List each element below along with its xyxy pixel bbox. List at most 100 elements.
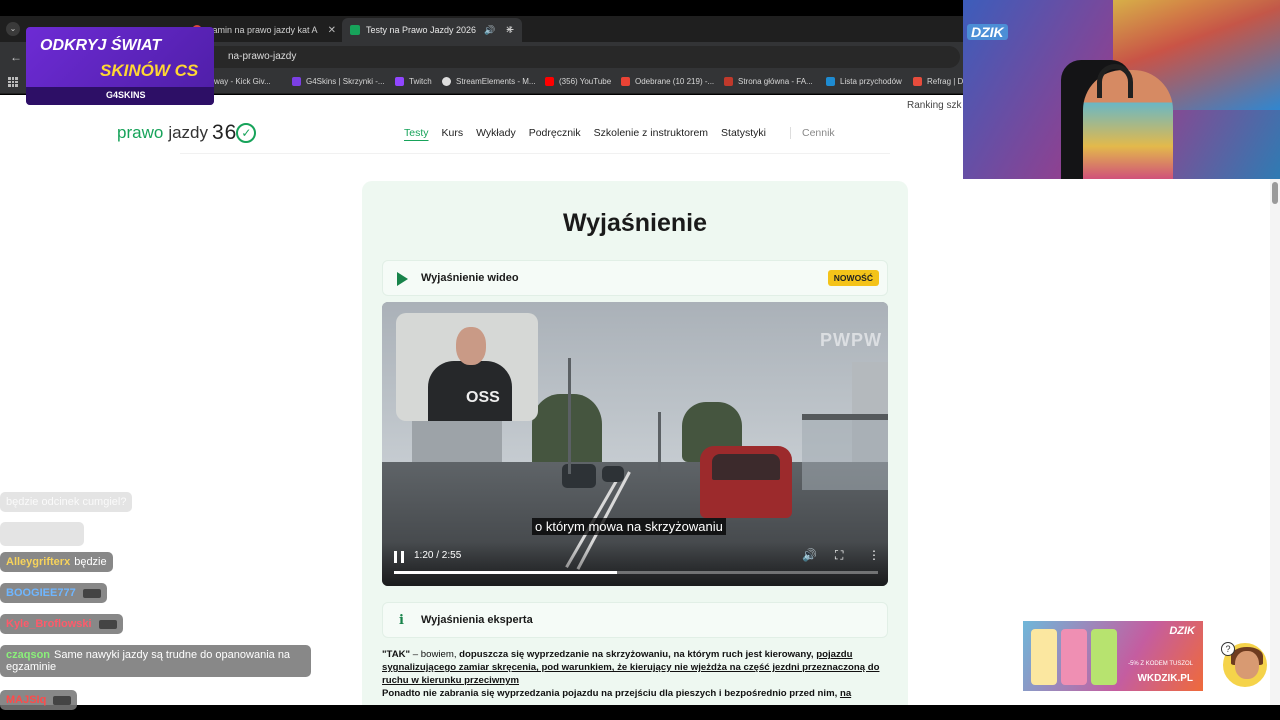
video-tree xyxy=(532,394,602,470)
presenter-logo: OSS xyxy=(466,389,500,406)
apps-grid-icon[interactable] xyxy=(8,77,18,87)
chat-message: będzie odcinek cumgiel? xyxy=(0,492,133,512)
volume-icon[interactable]: 🔊 xyxy=(802,548,817,562)
emote-icon xyxy=(98,619,117,629)
chat-message: Kyle_Broflowski xyxy=(0,614,123,634)
scrollbar-thumb[interactable] xyxy=(1272,182,1278,204)
chat-user: MAJSIq xyxy=(6,694,47,706)
nav-item-podrecznik[interactable]: Podręcznik xyxy=(529,127,581,139)
ranking-link[interactable]: Ranking szk xyxy=(907,100,961,111)
fullscreen-icon[interactable]: ⛶ xyxy=(835,548,843,563)
chat-overlay: będzie odcinek cumgiel? Alleygrifterx będ… xyxy=(0,488,320,720)
site-logo[interactable]: prawo jazdy 36 ✓ xyxy=(117,121,257,145)
url-text: na-prawo-jazdy xyxy=(228,51,297,62)
video-car xyxy=(602,466,624,482)
bookmark-item[interactable]: Lista przychodów xyxy=(826,77,902,86)
expert-section-label: Wyjaśnienia eksperta xyxy=(421,614,533,626)
bookmark-item[interactable]: way - Kick Giv... xyxy=(214,77,271,86)
help-icon[interactable]: ? xyxy=(1221,642,1235,656)
info-icon: i xyxy=(399,613,404,628)
emote-icon xyxy=(53,695,72,705)
chat-message: BOOGIEE777 xyxy=(0,583,107,603)
answer-line2: Ponadto nie zabrania się wyprzedzania po… xyxy=(382,688,838,699)
nav-item-statystyki[interactable]: Statystyki xyxy=(721,127,766,139)
video-lamp-pole xyxy=(568,358,571,474)
more-options-icon[interactable]: ⋮ xyxy=(868,548,880,562)
close-icon[interactable]: ✕ xyxy=(328,25,336,36)
video-progress-fill xyxy=(394,571,617,574)
g4skins-icon xyxy=(292,77,301,86)
bookmark-item[interactable]: Strona główna - FA... xyxy=(724,77,813,86)
video-progress-bar[interactable] xyxy=(394,571,878,574)
nav-item-cennik[interactable]: Cennik xyxy=(789,127,835,139)
chat-user: Kyle_Broflowski xyxy=(6,618,92,630)
answer-bold: dopuszcza się wyprzedzanie na skrzyżowan… xyxy=(459,649,814,660)
chat-message: Alleygrifterx będzie xyxy=(0,552,113,572)
twitch-icon xyxy=(395,77,404,86)
bookmark-item[interactable]: Refrag | D xyxy=(913,77,963,86)
bookmark-label: Strona główna - FA... xyxy=(738,77,813,86)
nav-item-testy[interactable]: Testy xyxy=(404,127,429,139)
pause-icon[interactable] xyxy=(394,551,404,563)
chat-user: czaqson xyxy=(6,649,51,661)
video-controls: 1:20 / 2:55 🔊 ⛶ ⋮ xyxy=(382,542,888,586)
bookmark-label: G4Skins | Skrzynki -... xyxy=(306,77,385,86)
bookmark-label: StreamElements - M... xyxy=(456,77,536,86)
webcam-badge: DZIK xyxy=(967,24,1008,40)
logo-number: 36 xyxy=(212,121,238,144)
energy-drink-ad: DZIK -5% Z KODEM TUSZOL WKDZIK.PL xyxy=(1022,620,1204,692)
video-watermark: PWPW xyxy=(820,330,882,350)
answer-line2-tail: na xyxy=(839,688,852,699)
bookmark-item[interactable]: (356) YouTube xyxy=(545,77,611,86)
page-scrollbar[interactable] xyxy=(1270,178,1280,705)
video-section-header[interactable]: Wyjaśnienie wideo NOWOŚĆ xyxy=(382,260,888,296)
presenter-pip: OSS xyxy=(396,313,538,421)
bookmark-item[interactable]: G4Skins | Skrzynki -... xyxy=(292,77,385,86)
tab-testy[interactable]: Testy na Prawo Jazdy 2026 🔊 ✕ xyxy=(342,18,522,42)
lista-icon xyxy=(826,77,835,86)
back-arrow-icon[interactable]: ← xyxy=(10,50,22,64)
nav-item-wyklady[interactable]: Wykłady xyxy=(476,127,516,139)
chat-message xyxy=(0,522,84,546)
skins-promo-overlay: ODKRYJ ŚWIAT SKINÓW CS G4SKINS xyxy=(26,27,214,105)
logo-word1: prawo xyxy=(117,123,164,142)
chat-text: będzie xyxy=(74,556,107,568)
answer-lead: "TAK" xyxy=(382,649,411,660)
promo-line2: SKINÓW CS xyxy=(100,61,199,80)
check-icon: ✓ xyxy=(236,123,257,143)
streamelements-icon xyxy=(442,77,451,86)
bookmark-label: Odebrane (10 219) -... xyxy=(635,77,715,86)
new-tab-button[interactable]: + xyxy=(506,21,514,37)
video-timecode: 1:20 / 2:55 xyxy=(414,550,462,561)
bookmark-item[interactable]: StreamElements - M... xyxy=(442,77,536,86)
explanation-card: Wyjaśnienie Wyjaśnienie wideo NOWOŚĆ PWP… xyxy=(362,181,908,705)
bookmark-label: (356) YouTube xyxy=(559,77,612,86)
nav-item-szkolenie[interactable]: Szkolenie z instruktorem xyxy=(594,127,708,139)
chat-user: Alleygrifterx xyxy=(6,556,71,568)
ad-site: WKDZIK.PL xyxy=(1137,673,1193,684)
video-bus-shelter xyxy=(802,414,888,490)
video-signal-pole xyxy=(658,412,661,472)
answer-lead-rest: – bowiem, xyxy=(410,649,460,660)
tab-title: Testy na Prawo Jazdy 2026 xyxy=(366,25,477,35)
bookmark-label: Lista przychodów xyxy=(840,77,902,86)
chat-user: BOOGIEE777 xyxy=(6,587,76,599)
ad-brand: DZIK xyxy=(1169,625,1195,637)
speaker-icon[interactable]: 🔊 xyxy=(484,25,495,36)
tab-title: zamin na prawo jazdy kat A xyxy=(208,25,318,35)
tab-search-icon[interactable]: ⌄ xyxy=(6,22,20,36)
video-player[interactable]: PWPW OSS o którym mowa na skrzyżowaniu 1… xyxy=(382,302,888,586)
expert-section-header[interactable]: i Wyjaśnienia eksperta xyxy=(382,602,888,638)
main-nav: Testy Kurs Wykłady Podręcznik Szkolenie … xyxy=(404,127,835,139)
bookmark-item[interactable]: Twitch xyxy=(395,77,432,86)
bookmark-item[interactable]: Odebrane (10 219) -... xyxy=(621,77,714,86)
chat-text: będzie odcinek cumgiel? xyxy=(6,496,127,508)
youtube-icon xyxy=(545,77,554,86)
nav-item-kurs[interactable]: Kurs xyxy=(442,127,464,139)
favicon-icon xyxy=(350,25,360,35)
video-section-label: Wyjaśnienie wideo xyxy=(421,272,519,284)
ad-code: -5% Z KODEM TUSZOL xyxy=(1128,661,1193,667)
nav-divider xyxy=(180,153,890,154)
video-subtitle: o którym mowa na skrzyżowaniu xyxy=(532,518,726,535)
webcam-overlay: DZIK xyxy=(963,0,1280,179)
